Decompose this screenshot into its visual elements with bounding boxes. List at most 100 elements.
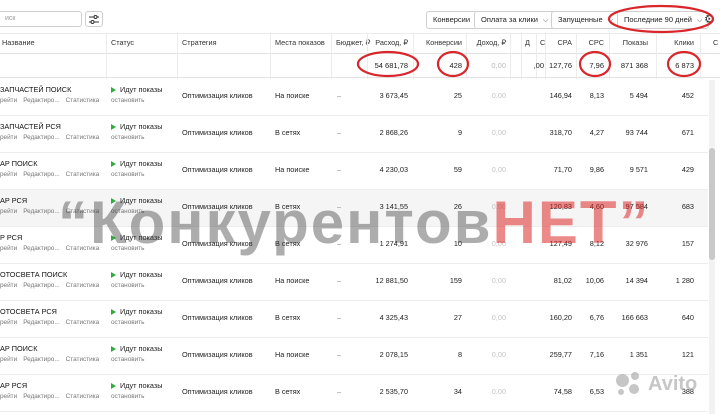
link-edit[interactable]: Редактиро...	[23, 171, 59, 178]
play-icon	[111, 160, 116, 167]
stop-link[interactable]: остановить	[111, 356, 144, 363]
column-status[interactable]: Статус	[111, 38, 134, 47]
campaign-name[interactable]: АР РСЯ	[0, 381, 27, 390]
link-go[interactable]: рейти	[0, 245, 17, 252]
campaign-name[interactable]: АР РСЯ	[0, 196, 27, 205]
scrollbar-thumb[interactable]	[709, 148, 715, 260]
link-edit[interactable]: Редактиро...	[23, 282, 59, 289]
column-budget[interactable]: Бюджет, ₽	[336, 38, 370, 47]
campaign-name[interactable]: АР ПОИСК	[0, 159, 37, 168]
link-edit[interactable]: Редактиро...	[23, 319, 59, 326]
link-go[interactable]: рейти	[0, 208, 17, 215]
link-edit[interactable]: Редактиро...	[23, 97, 59, 104]
campaign-links: рейти Редактиро... Статистика	[0, 97, 105, 104]
table-row[interactable]: АР ПОИСК рейти Редактиро... Статистика Иду…	[0, 338, 708, 375]
income-value: 0,00	[491, 202, 506, 211]
link-go[interactable]: рейти	[0, 97, 17, 104]
link-edit[interactable]: Редактиро...	[23, 393, 59, 400]
link-edit[interactable]: Редактиро...	[23, 134, 59, 141]
column-cpa[interactable]: CPA	[548, 38, 572, 47]
link-go[interactable]: рейти	[0, 282, 17, 289]
cpc-value: 9,86	[589, 165, 604, 174]
link-edit[interactable]: Редактиро...	[23, 208, 59, 215]
play-icon	[111, 86, 116, 93]
column-places[interactable]: Места показов	[275, 38, 325, 47]
period-dropdown[interactable]: Последние 90 дней ⌵	[617, 11, 710, 29]
campaign-name[interactable]: ЗАПЧАСТЕЙ ПОИСК	[0, 85, 71, 94]
cpa-value: 146,94	[549, 91, 572, 100]
table-row[interactable]: ЗАПЧАСТЕЙ ПОИСК рейти Редактиро... Статист…	[0, 79, 708, 116]
link-stats[interactable]: Статистика	[66, 97, 100, 104]
link-stats[interactable]: Статистика	[66, 393, 100, 400]
link-stats[interactable]: Статистика	[66, 208, 100, 215]
table-row[interactable]: АР РСЯ рейти Редактиро... Статистика Идут …	[0, 375, 708, 412]
link-stats[interactable]: Статистика	[66, 356, 100, 363]
campaign-name[interactable]: ОТОСВЕТА РСЯ	[0, 307, 57, 316]
column-cpc[interactable]: CPC	[580, 38, 604, 47]
play-icon	[111, 197, 116, 204]
column-income[interactable]: Доход, ₽	[470, 38, 506, 47]
table-row[interactable]: АР ПОИСК рейти Редактиро... Статистика Иду…	[0, 153, 708, 190]
filter-settings-button[interactable]	[85, 11, 103, 27]
campaign-name[interactable]: Р РСЯ	[0, 233, 22, 242]
income-value: 0,00	[491, 350, 506, 359]
table-row[interactable]: ОТОСВЕТА РСЯ рейти Редактиро... Статистика…	[0, 301, 708, 338]
chevron-down-icon: ⌵	[542, 17, 549, 24]
strategy-value: Оптимизация кликов	[182, 165, 253, 174]
column-extra[interactable]: С	[713, 38, 718, 47]
status-label: Идут показы	[111, 270, 162, 279]
spend-value: 2 868,26	[379, 128, 408, 137]
clicks-value: 640	[681, 313, 694, 322]
status-label: Идут показы	[111, 85, 162, 94]
stop-link[interactable]: остановить	[111, 97, 144, 104]
launched-label: Запущенные	[558, 15, 603, 24]
campaign-name[interactable]: ОТОСВЕТА ПОИСК	[0, 270, 67, 279]
link-go[interactable]: рейти	[0, 134, 17, 141]
link-go[interactable]: рейти	[0, 171, 17, 178]
link-edit[interactable]: Редактиро...	[23, 245, 59, 252]
column-conversions[interactable]: Конверсии	[418, 38, 462, 47]
stop-link[interactable]: остановить	[111, 208, 144, 215]
cpc-value: 4,27	[589, 128, 604, 137]
launched-dropdown[interactable]: Запущенные ⌵	[551, 11, 620, 29]
campaign-name[interactable]: ЗАПЧАСТЕЙ РСЯ	[0, 122, 61, 131]
stop-link[interactable]: остановить	[111, 282, 144, 289]
column-spend[interactable]: Расход, ₽	[370, 38, 408, 47]
status-label: Идут показы	[111, 307, 162, 316]
spend-value: 12 881,50	[375, 276, 408, 285]
table-row[interactable]: ЗАПЧАСТЕЙ РСЯ рейти Редактиро... Статистик…	[0, 116, 708, 153]
stop-link[interactable]: остановить	[111, 393, 144, 400]
link-go[interactable]: рейти	[0, 393, 17, 400]
link-go[interactable]: рейти	[0, 319, 17, 326]
payment-dropdown[interactable]: Оплата за клики ⌵	[474, 11, 556, 29]
places-value: В сетях	[275, 387, 301, 396]
column-d[interactable]: Д	[525, 38, 530, 47]
link-edit[interactable]: Редактиро...	[23, 356, 59, 363]
conversions-button[interactable]: Конверсии	[426, 11, 478, 29]
link-stats[interactable]: Статистика	[66, 245, 100, 252]
link-stats[interactable]: Статистика	[66, 282, 100, 289]
column-name[interactable]: Название	[2, 38, 35, 47]
table-row[interactable]: Р РСЯ рейти Редактиро... Статистика Идут п…	[0, 227, 708, 264]
sliders-icon	[89, 14, 99, 24]
link-go[interactable]: рейти	[0, 356, 17, 363]
stop-link[interactable]: остановить	[111, 171, 144, 178]
link-stats[interactable]: Статистика	[66, 319, 100, 326]
impressions-value: 5 494	[629, 91, 648, 100]
column-clicks[interactable]: Клики	[664, 38, 694, 47]
table-row[interactable]: ОТОСВЕТА ПОИСК рейти Редактиро... Статисти…	[0, 264, 708, 301]
chevron-down-icon: ⌵	[696, 17, 703, 24]
play-icon	[111, 382, 116, 389]
gear-icon[interactable]: ⚙	[704, 13, 715, 25]
campaign-links: рейти Редактиро... Статистика	[0, 245, 105, 252]
stop-link[interactable]: остановить	[111, 245, 144, 252]
campaign-name[interactable]: АР ПОИСК	[0, 344, 37, 353]
search-input[interactable]: иск	[0, 11, 82, 27]
column-strategy[interactable]: Стратегия	[182, 38, 217, 47]
link-stats[interactable]: Статистика	[66, 134, 100, 141]
stop-link[interactable]: остановить	[111, 134, 144, 141]
stop-link[interactable]: остановить	[111, 319, 144, 326]
table-row[interactable]: АР РСЯ рейти Редактиро... Статистика Идут …	[0, 190, 708, 227]
column-impressions[interactable]: Показы	[616, 38, 648, 47]
link-stats[interactable]: Статистика	[66, 171, 100, 178]
